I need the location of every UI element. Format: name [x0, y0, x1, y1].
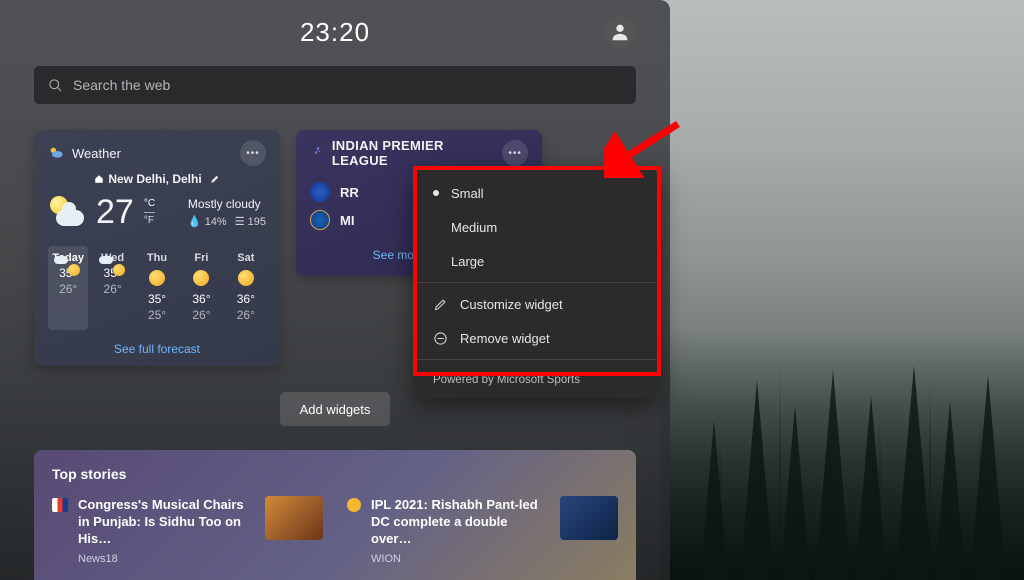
pencil-icon	[433, 297, 448, 312]
aqi: ☰ 195	[235, 215, 266, 228]
story-item[interactable]: Congress's Musical Chairs in Punjab: Is …	[52, 496, 323, 568]
team-abbr: RR	[340, 185, 359, 200]
condition-text: Mostly cloudy	[188, 197, 266, 211]
forecast-row: Today35°26°Wed35°26°Thu35°25°Fri36°26°Sa…	[48, 246, 266, 330]
size-small-option[interactable]: Small	[415, 176, 657, 210]
forecast-day[interactable]: Sat36°26°	[226, 246, 266, 330]
search-input[interactable]: Search the web	[34, 66, 636, 104]
clock: 23:20	[300, 17, 370, 48]
top-stories-widget: Top stories Congress's Musical Chairs in…	[34, 450, 636, 580]
sports-icon	[310, 146, 324, 160]
temp-unit-toggle[interactable]: °C °F	[144, 198, 155, 227]
current-temp: 27	[96, 193, 134, 232]
edit-icon	[210, 174, 220, 184]
humidity: 💧 14%	[188, 215, 227, 228]
customize-widget-option[interactable]: Customize widget	[415, 287, 657, 321]
size-large-option[interactable]: Large	[415, 244, 657, 278]
add-widgets-button[interactable]: Add widgets	[280, 392, 390, 426]
team-abbr: MI	[340, 213, 354, 228]
forecast-day[interactable]: Wed35°26°	[92, 246, 132, 330]
story-source: WION	[371, 551, 550, 568]
remove-widget-option[interactable]: Remove widget	[415, 321, 657, 355]
weather-title: Weather	[72, 146, 121, 161]
search-placeholder: Search the web	[73, 77, 170, 93]
home-icon	[94, 174, 104, 184]
sports-more-button[interactable]	[502, 140, 528, 166]
forecast-day[interactable]: Thu35°25°	[137, 246, 177, 330]
story-thumbnail	[560, 496, 618, 540]
top-stories-title: Top stories	[52, 466, 618, 482]
context-menu-footer: Powered by Microsoft Sports	[415, 364, 657, 388]
current-condition-icon	[48, 192, 88, 232]
sports-title: INDIAN PREMIER LEAGUE	[332, 138, 502, 168]
widget-context-menu: Small Medium Large Customize widget Remo…	[415, 168, 657, 398]
forecast-day[interactable]: Today35°26°	[48, 246, 88, 330]
weather-more-button[interactable]	[240, 140, 266, 166]
story-headline: Congress's Musical Chairs in Punjab: Is …	[78, 496, 255, 547]
forecast-day[interactable]: Fri36°26°	[181, 246, 221, 330]
see-full-forecast-link[interactable]: See full forecast	[48, 342, 266, 356]
weather-location[interactable]: New Delhi, Delhi	[48, 172, 266, 186]
team-logo-icon	[310, 210, 330, 230]
weather-widget: Weather New Delhi, Delhi 27 °C °F Mostly…	[34, 130, 280, 366]
source-logo-icon	[347, 498, 361, 512]
weather-icon	[48, 145, 64, 161]
sun-icon	[193, 270, 209, 286]
person-icon	[609, 21, 631, 43]
story-thumbnail	[265, 496, 323, 540]
sun-icon	[149, 270, 165, 286]
size-medium-option[interactable]: Medium	[415, 210, 657, 244]
source-logo-icon	[52, 498, 68, 512]
story-item[interactable]: IPL 2021: Rishabh Pant-led DC complete a…	[347, 496, 618, 568]
team-logo-icon	[310, 182, 330, 202]
user-avatar[interactable]	[604, 16, 636, 48]
search-icon	[48, 78, 63, 93]
story-source: News18	[78, 551, 255, 568]
story-headline: IPL 2021: Rishabh Pant-led DC complete a…	[371, 496, 550, 547]
remove-icon	[433, 331, 448, 346]
sun-icon	[238, 270, 254, 286]
